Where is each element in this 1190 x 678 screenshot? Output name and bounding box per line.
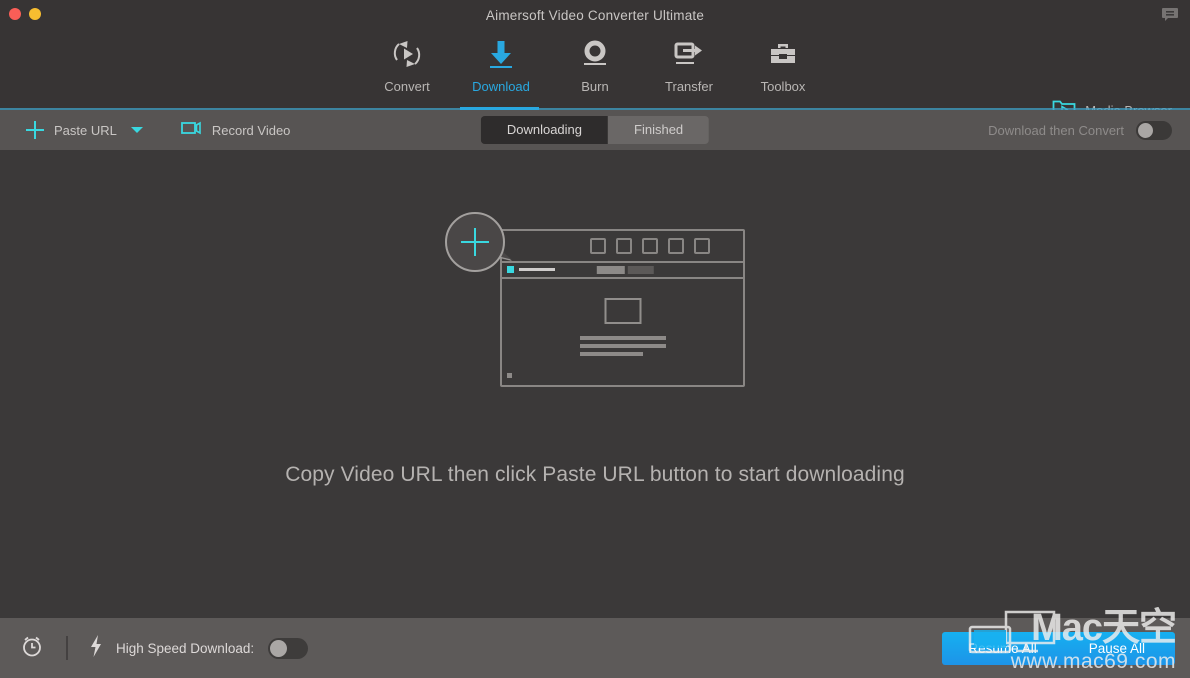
placeholder-browser-frame [500,228,745,387]
window-title: Aimersoft Video Converter Ultimate [485,7,705,23]
placeholder-tab [590,237,606,254]
app-window: Aimersoft Video Converter Ultimate Conve… [0,0,1190,678]
minimize-button[interactable] [29,8,41,20]
nav-label-convert: Convert [384,79,430,94]
toolbox-briefcase-icon [763,34,803,74]
bulk-action-buttons: Resume All Pause All [942,632,1175,665]
placeholder-text-lines [579,335,666,356]
transfer-device-arrow-icon [669,34,709,74]
bottom-left-group: High Speed Download: [0,634,309,663]
traffic-lights [9,8,41,20]
lightning-bolt-icon [88,634,104,663]
plus-icon [26,121,44,139]
alarm-clock-icon[interactable] [20,634,44,663]
title-bar: Aimersoft Video Converter Ultimate [0,0,1190,30]
placeholder-tab [694,237,710,254]
main-navigation: Convert Download Burn Transfer Toolbox [0,30,1190,118]
placeholder-address-bar [502,263,743,279]
address-text-line [519,268,555,271]
paste-url-button[interactable]: Paste URL [26,121,117,139]
convert-circular-arrow-play-icon [387,34,427,74]
placeholder-tab [642,237,658,254]
plus-glyph [461,227,489,256]
record-video-label: Record Video [211,122,291,138]
toggle-knob [270,639,288,657]
close-button[interactable] [9,8,21,20]
placeholder-tab [668,237,684,254]
download-status-tabs: Downloading Finished [480,116,710,144]
record-video-button[interactable]: Record Video [180,121,291,140]
nav-label-download: Download [472,79,530,94]
bottom-bar: High Speed Download: Resume All Pause Al… [0,608,1190,678]
chat-bubble-icon[interactable] [1160,6,1180,24]
plus-badge-icon [445,211,505,272]
placeholder-corner-dot [507,372,512,378]
placeholder-line [579,343,666,348]
tab-finished[interactable]: Finished [608,116,710,144]
high-speed-download-toggle[interactable] [268,637,309,659]
nav-item-toolbox[interactable]: Toolbox [736,34,830,94]
address-marker [507,266,514,273]
placeholder-tab [616,237,632,254]
toggle-knob [1138,122,1153,138]
tab-downloading[interactable]: Downloading [480,116,609,144]
pause-all-button[interactable]: Pause All [1062,632,1175,665]
nav-item-burn[interactable]: Burn [548,34,642,94]
main-content-area: Copy Video URL then click Paste URL butt… [0,150,1190,618]
download-then-convert-label: Download then Convert [988,122,1124,138]
nav-label-burn: Burn [581,79,609,94]
nav-item-convert[interactable]: Convert [360,34,454,94]
nav-label-toolbox: Toolbox [760,79,806,94]
resume-all-button[interactable]: Resume All [942,632,1063,665]
bottom-divider [66,636,68,660]
placeholder-tab-bar [502,231,743,263]
empty-state-hint: Copy Video URL then click Paste URL butt… [285,462,905,486]
placeholder-page-body [502,279,743,383]
placeholder-line [579,351,643,356]
nav-item-transfer[interactable]: Transfer [642,34,736,94]
video-camera-icon [180,121,203,140]
download-arrow-icon [481,34,521,74]
chevron-down-icon[interactable] [130,127,143,133]
placeholder-video-thumb [604,297,641,324]
address-pills [596,265,654,274]
nav-label-transfer: Transfer [665,79,713,94]
download-then-convert-toggle[interactable] [1136,120,1172,140]
address-pill [596,265,625,274]
burn-disc-icon [575,34,615,74]
toolbar-left-group: Paste URL Record Video [0,121,290,140]
browser-window-placeholder [445,211,745,387]
paste-url-label: Paste URL [54,122,117,138]
nav-items: Convert Download Burn Transfer Toolbox [360,30,830,94]
action-toolbar: Paste URL Record Video Downloading Finis… [0,110,1190,150]
address-pill [627,265,654,274]
placeholder-line [579,335,666,340]
high-speed-download-label: High Speed Download: [116,640,255,656]
download-then-convert-group: Download then Convert [988,110,1172,150]
nav-item-download[interactable]: Download [454,34,548,94]
